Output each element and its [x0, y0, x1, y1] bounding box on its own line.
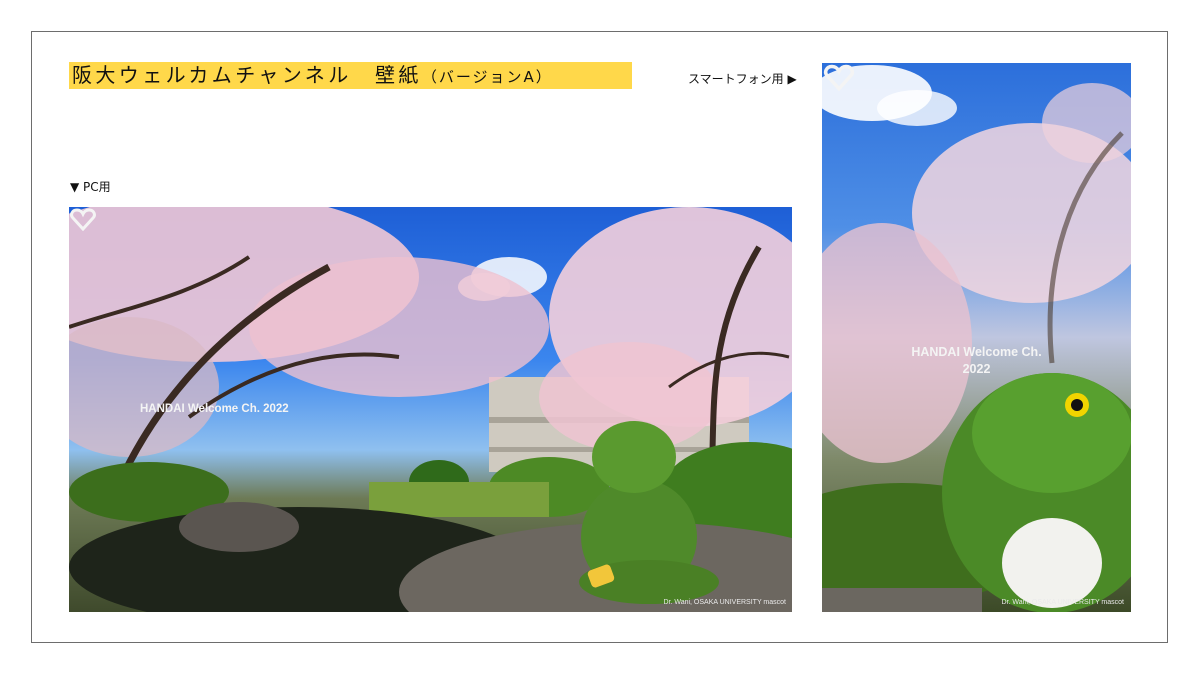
smartphone-brand-line1: HANDAI Welcome Ch. — [911, 345, 1042, 359]
page-title-sub: （バージョンA） — [421, 68, 553, 86]
pc-section-label: ▼ PC用 — [70, 180, 111, 194]
smartphone-wallpaper-image[interactable]: HANDAI Welcome Ch. 2022 Dr. Wani, OSAKA … — [822, 63, 1131, 612]
page-title-main: 阪大ウェルカムチャンネル 壁紙 — [72, 63, 422, 87]
smartphone-wallpaper-scene — [822, 65, 1131, 612]
smartphone-section-label: スマートフォン用 ▶ — [688, 72, 797, 86]
pc-credit-text: Dr. Wani, OSAKA UNIVERSITY mascot — [663, 599, 786, 606]
smartphone-brand-text: HANDAI Welcome Ch. 2022 — [822, 344, 1131, 378]
handai-logo-icon — [823, 64, 855, 91]
page-title: 阪大ウェルカムチャンネル 壁紙（バージョンA） — [69, 62, 632, 89]
smartphone-credit-text: Dr. Wani, OSAKA UNIVERSITY mascot — [1001, 599, 1124, 606]
smartphone-brand-line2: 2022 — [962, 362, 991, 376]
pc-brand-text: HANDAI Welcome Ch. 2022 — [140, 403, 289, 415]
handai-logo-icon — [70, 208, 96, 231]
pc-wallpaper-image[interactable]: HANDAI Welcome Ch. 2022 Dr. Wani, OSAKA … — [69, 207, 792, 612]
